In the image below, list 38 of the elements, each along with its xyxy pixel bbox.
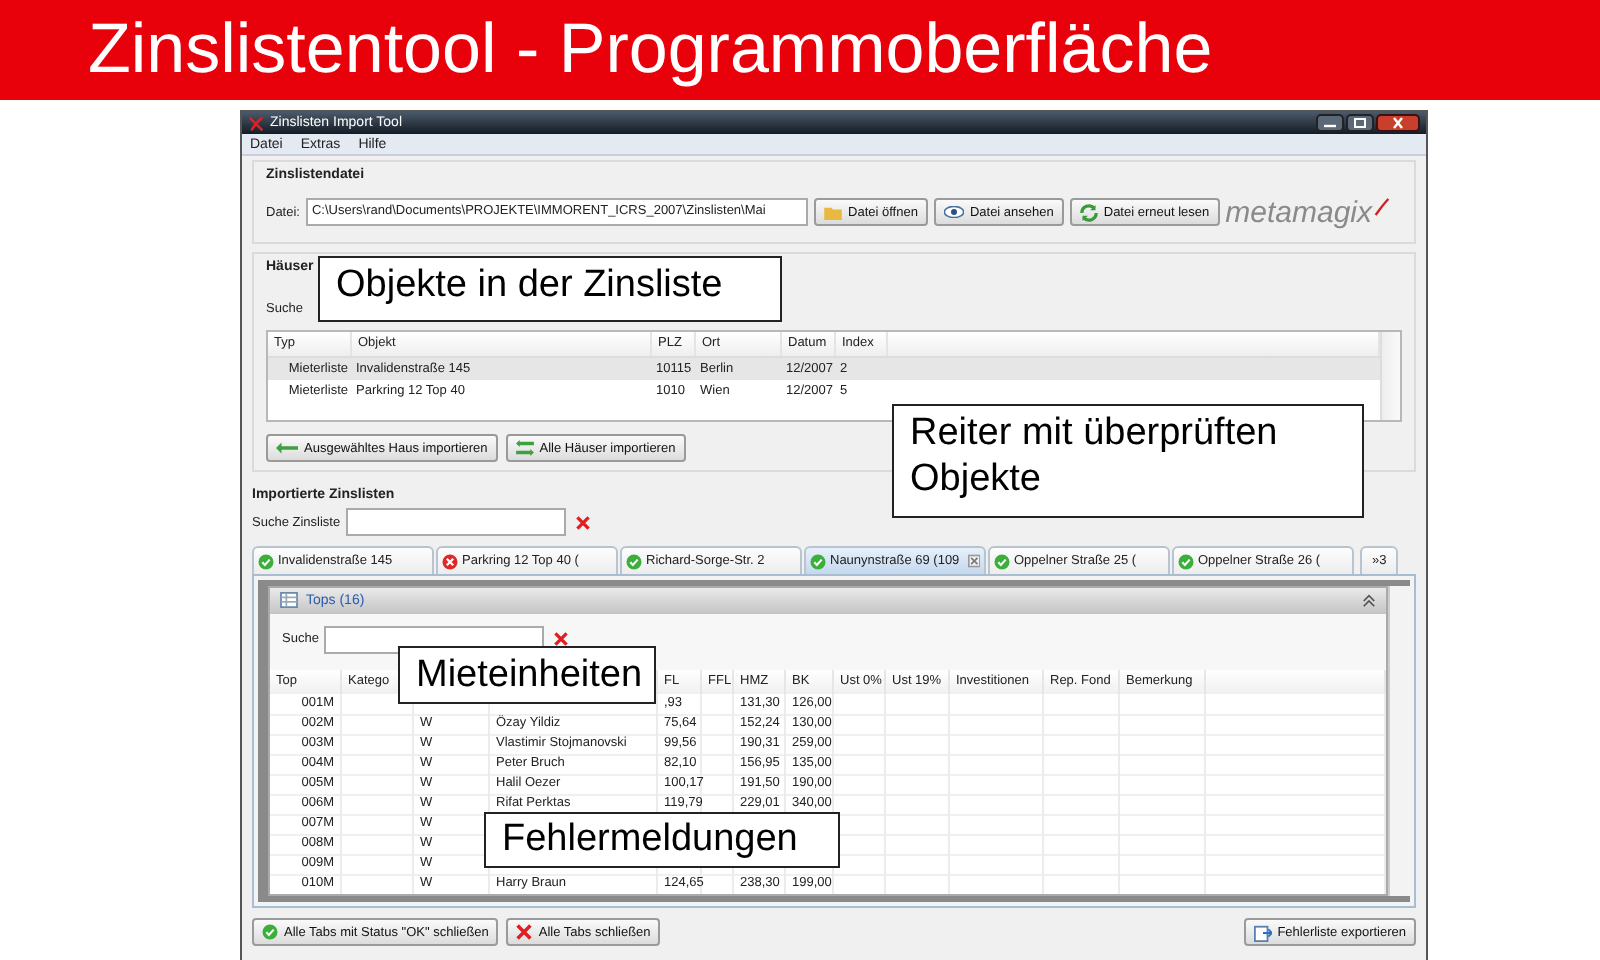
close-button[interactable] <box>1376 114 1420 132</box>
check-circle-icon <box>1178 553 1194 569</box>
eye-icon <box>943 206 964 218</box>
check-circle-icon <box>258 553 274 569</box>
logo-text: metamagix <box>1225 195 1372 229</box>
table-icon <box>280 592 298 609</box>
export-icon <box>1253 923 1272 941</box>
callout-tooltip: Fehlermeldungen <box>484 812 840 868</box>
maximize-button[interactable] <box>1346 114 1374 132</box>
folder-icon <box>824 205 843 219</box>
empty-cell <box>1044 694 1120 716</box>
arrows-icon <box>515 440 534 456</box>
empty-cell <box>886 694 950 716</box>
check-circle-icon <box>810 553 826 569</box>
callout-tooltip: Reiter mit überprüften Objekte <box>892 404 1364 518</box>
empty-cell <box>834 694 886 716</box>
arrow-left-icon <box>276 442 298 454</box>
empty-cell <box>1120 694 1206 716</box>
error-icon <box>442 553 458 569</box>
slide-title: Zinslistentool - Programmoberfläche <box>88 10 1213 90</box>
swoosh-icon <box>1374 195 1390 217</box>
close-tab-icon[interactable] <box>967 554 980 568</box>
clear-icon[interactable] <box>554 632 569 647</box>
check-circle-icon <box>262 924 278 940</box>
minimize-button[interactable] <box>1316 114 1344 132</box>
collapse-icon[interactable] <box>1362 593 1376 608</box>
refresh-icon <box>1079 203 1098 221</box>
scrollbar[interactable] <box>1380 332 1400 420</box>
check-circle-icon <box>994 553 1010 569</box>
callout-tooltip: Mieteinheiten <box>398 646 656 704</box>
empty-cell <box>950 694 1044 716</box>
app-icon <box>248 115 264 131</box>
cross-icon <box>516 924 533 940</box>
search-field[interactable] <box>346 508 567 536</box>
empty-cell <box>702 694 734 716</box>
check-circle-icon <box>626 553 642 569</box>
scrollbar[interactable] <box>1388 586 1410 896</box>
callout-tooltip: Objekte in der Zinsliste <box>318 256 782 322</box>
